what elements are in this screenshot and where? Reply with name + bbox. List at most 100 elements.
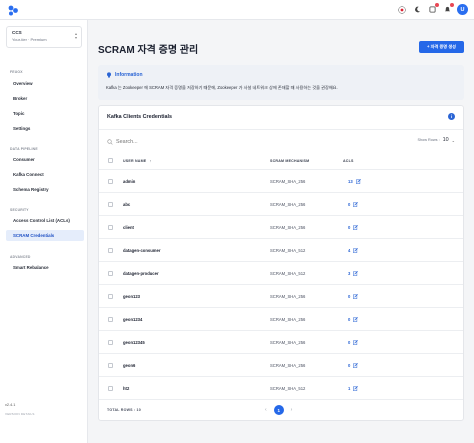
total-rows-label: TOTAL ROWS : 10 [107,408,141,412]
notifications-icon[interactable] [427,2,439,15]
acl-count[interactable]: 0 [348,363,350,368]
acl-count[interactable]: 0 [348,202,350,207]
search-icon [107,139,113,145]
row-checkbox[interactable] [108,340,113,345]
row-checkbox[interactable] [108,271,113,276]
brand-logo-icon[interactable] [8,5,19,16]
mechanism-cell: SCRAM_SHA_256 [270,363,306,368]
row-checkbox[interactable] [108,317,113,322]
create-credential-button[interactable]: + 자격 증명 생성 [419,41,464,53]
username-cell[interactable]: geon12345 [123,340,145,345]
row-checkbox[interactable] [108,248,113,253]
mechanism-cell: SCRAM_SHA_512 [270,248,306,253]
table-header: USER NAME ↑ SCRAM MECHANISM ACLS [99,153,463,169]
edit-icon[interactable] [353,202,359,207]
info-icon[interactable]: i [448,113,455,120]
edit-icon[interactable] [353,340,359,345]
cluster-selector[interactable]: CCS Your-tier · Premium ▴ ▾ [6,26,82,48]
acls-cell: 0 [348,202,359,207]
acl-count[interactable]: 1 [348,386,350,391]
show-rows-label: Show Rows : [417,138,440,142]
avatar[interactable]: U [457,4,468,15]
sidebar-item-broker[interactable]: Broker [6,93,84,104]
table-row[interactable]: geon123 SCRAM_SHA_256 0 [99,284,463,307]
sidebar-item-settings[interactable]: Settings [6,123,84,134]
table-row[interactable]: datagen-consumer SCRAM_SHA_512 4 [99,238,463,261]
mechanism-cell: SCRAM_SHA_512 [270,271,306,276]
acls-cell: 0 [348,294,359,299]
prev-page-button[interactable]: ‹ [265,407,267,413]
edit-icon[interactable] [355,179,361,184]
section-title-security: SECURITY [10,208,29,212]
table-row[interactable]: geon6 SCRAM_SHA_256 0 [99,353,463,376]
acl-count[interactable]: 0 [348,340,350,345]
row-checkbox[interactable] [108,294,113,299]
sidebar-item-kafka-connect[interactable]: Kafka Connect [6,169,84,180]
acl-count[interactable]: 0 [348,317,350,322]
sort-arrow-icon: ↑ [149,159,152,163]
acl-count[interactable]: 4 [348,248,350,253]
current-page-button[interactable]: 1 [273,405,284,415]
edit-icon[interactable] [353,271,359,276]
chevron-updown-icon: ▴ ▾ [74,31,77,40]
table-row[interactable]: ht2 SCRAM_SHA_512 1 [99,376,463,399]
mechanism-cell: SCRAM_SHA_256 [270,340,306,345]
row-checkbox[interactable] [108,202,113,207]
row-checkbox[interactable] [108,179,113,184]
next-page-button[interactable]: › [291,407,293,413]
search-input[interactable] [116,139,256,145]
username-cell[interactable]: datagen-producer [123,271,159,276]
edit-icon[interactable] [353,317,359,322]
sidebar-item-consumer[interactable]: Consumer [6,154,84,165]
username-cell[interactable]: ht2 [123,386,129,391]
table-row[interactable]: abc SCRAM_SHA_256 0 [99,192,463,215]
sidebar-item-topic[interactable]: Topic [6,108,84,119]
language-icon[interactable] [397,5,407,15]
edit-icon[interactable] [353,363,359,368]
edit-icon[interactable] [353,386,359,391]
table-row[interactable]: client SCRAM_SHA_256 0 [99,215,463,238]
edit-icon[interactable] [353,294,359,299]
section-title-advanced: ADVANCED [10,255,31,259]
alerts-icon[interactable] [442,2,454,15]
acl-count[interactable]: 13 [348,179,353,184]
column-header-username[interactable]: USER NAME ↑ [123,159,152,163]
acl-count[interactable]: 0 [348,294,350,299]
row-checkbox[interactable] [108,363,113,368]
sidebar-item-schema-registry[interactable]: Schema Registry [6,184,84,195]
username-cell[interactable]: admin [123,179,135,184]
row-checkbox[interactable] [108,386,113,391]
table-row[interactable]: geon1234 SCRAM_SHA_256 0 [99,307,463,330]
username-cell[interactable]: geon123 [123,294,140,299]
table-row[interactable]: geon12345 SCRAM_SHA_256 0 [99,330,463,353]
edit-icon[interactable] [353,248,359,253]
sidebar: CCS Your-tier · Premium ▴ ▾ FEUOX Overvie… [0,20,88,443]
username-cell[interactable]: geon1234 [123,317,142,322]
moon-icon[interactable] [412,5,422,15]
mechanism-cell: SCRAM_SHA_256 [270,225,306,230]
sidebar-item-smart-rebalance[interactable]: Smart Rebalance [6,262,84,273]
sidebar-item-scram-credentials[interactable]: SCRAM Credentials [6,230,84,241]
username-cell[interactable]: abc [123,202,130,207]
username-cell[interactable]: geon6 [123,363,135,368]
table-row[interactable]: admin SCRAM_SHA_256 13 [99,169,463,192]
chevron-down-icon: ⌄ [451,137,455,143]
acl-count[interactable]: 3 [348,271,350,276]
version-label: v2.4.1 [5,403,16,407]
page-title: SCRAM 자격 증명 관리 [98,45,199,56]
row-checkbox[interactable] [108,225,113,230]
sidebar-item-acls[interactable]: Access Control List (ACLs) [6,215,84,226]
version-details-link[interactable]: VERSION DETAILS [5,412,35,416]
mechanism-cell: SCRAM_SHA_256 [270,294,306,299]
top-bar: U [0,0,474,20]
edit-icon[interactable] [353,225,359,230]
column-header-mechanism: SCRAM MECHANISM [270,159,310,163]
username-cell[interactable]: client [123,225,134,230]
username-cell[interactable]: datagen-consumer [123,248,160,253]
acl-count[interactable]: 0 [348,225,350,230]
show-rows-select[interactable]: Show Rows : 10 ⌄ [417,137,455,143]
select-all-checkbox[interactable] [108,158,113,163]
mechanism-cell: SCRAM_SHA_256 [270,202,306,207]
sidebar-item-overview[interactable]: Overview [6,78,84,89]
table-row[interactable]: datagen-producer SCRAM_SHA_512 3 [99,261,463,284]
